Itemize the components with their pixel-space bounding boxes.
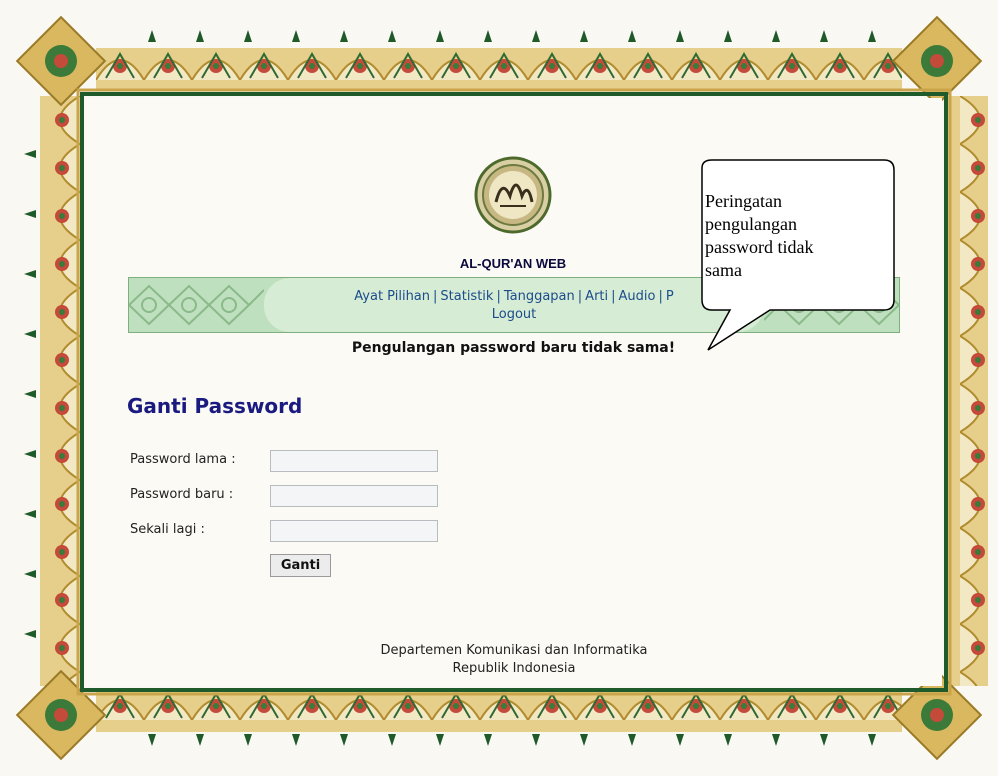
nav-links-panel: Ayat Pilihan | Statistik | Tanggapan | Arti | Au… xyxy=(264,278,764,332)
error-message: Pengulangan password baru tidak sama! xyxy=(351,340,676,356)
nav-link-arti[interactable]: Arti xyxy=(585,289,608,304)
nav-ornament-left xyxy=(129,284,264,326)
nav-separator: | xyxy=(496,289,501,304)
content-area: AL-QUR'AN WEB Ayat Pilihan | Statistik | Tan… xyxy=(86,98,942,686)
confirm-password-input[interactable] xyxy=(270,520,438,542)
footer: Departemen Komunikasi dan Informatika Re… xyxy=(286,642,742,678)
callout-line: Peringatan xyxy=(705,191,782,211)
callout-text: Peringatan pengulangan password tidak sa… xyxy=(705,190,875,282)
nav-link-statistik[interactable]: Statistik xyxy=(440,289,493,304)
nav-link-ayat-pilihan[interactable]: Ayat Pilihan xyxy=(354,289,430,304)
nav-separator: | xyxy=(577,289,583,304)
nav-link-tanggapan[interactable]: Tanggapan xyxy=(504,289,575,304)
callout-line: sama xyxy=(705,260,742,280)
site-title: AL-QUR'AN WEB xyxy=(459,256,567,271)
nav-links: Ayat Pilihan | Statistik | Tanggapan | Arti | Au… xyxy=(264,288,764,324)
ganti-button[interactable]: Ganti xyxy=(270,554,331,577)
old-password-label: Password lama : xyxy=(130,452,236,467)
nav-link-audio[interactable]: Audio xyxy=(619,289,656,304)
page-title: Ganti Password xyxy=(127,394,303,418)
nav-link-truncated[interactable]: P xyxy=(666,289,674,304)
quran-calligraphy-seal-icon xyxy=(474,156,552,234)
confirm-password-label: Sekali lagi : xyxy=(130,522,205,537)
nav-ornament-right xyxy=(764,284,899,326)
nav-separator: | xyxy=(433,289,438,304)
nav-separator: | xyxy=(658,289,663,304)
nav-link-logout[interactable]: Logout xyxy=(492,307,537,322)
new-password-input[interactable] xyxy=(270,485,438,507)
callout-line: pengulangan xyxy=(705,214,797,234)
callout-line: password tidak xyxy=(705,237,814,257)
footer-line-2: Republik Indonesia xyxy=(452,661,576,676)
new-password-label: Password baru : xyxy=(130,487,234,502)
footer-line-1: Departemen Komunikasi dan Informatika xyxy=(380,643,648,658)
nav-separator: | xyxy=(611,289,616,304)
old-password-input[interactable] xyxy=(270,450,438,472)
nav-bar: Ayat Pilihan | Statistik | Tanggapan | Arti | Au… xyxy=(128,277,900,333)
